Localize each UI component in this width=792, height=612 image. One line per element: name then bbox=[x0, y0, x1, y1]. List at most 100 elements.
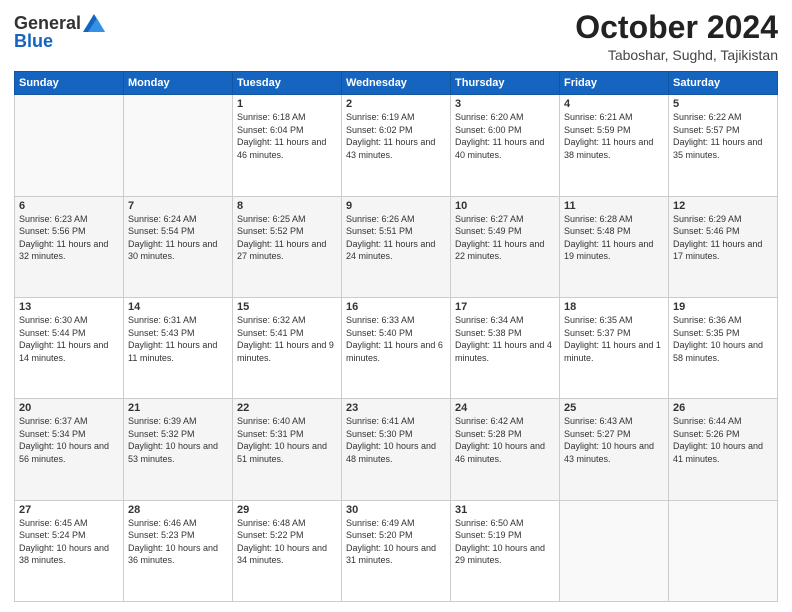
day-info: Sunrise: 6:49 AMSunset: 5:20 PMDaylight:… bbox=[346, 517, 446, 567]
calendar-cell: 21Sunrise: 6:39 AMSunset: 5:32 PMDayligh… bbox=[124, 399, 233, 500]
day-info: Sunrise: 6:42 AMSunset: 5:28 PMDaylight:… bbox=[455, 415, 555, 465]
day-info: Sunrise: 6:27 AMSunset: 5:49 PMDaylight:… bbox=[455, 213, 555, 263]
calendar-week-row: 6Sunrise: 6:23 AMSunset: 5:56 PMDaylight… bbox=[15, 196, 778, 297]
calendar-cell: 24Sunrise: 6:42 AMSunset: 5:28 PMDayligh… bbox=[451, 399, 560, 500]
day-number: 9 bbox=[346, 200, 446, 212]
calendar-cell: 7Sunrise: 6:24 AMSunset: 5:54 PMDaylight… bbox=[124, 196, 233, 297]
day-number: 23 bbox=[346, 402, 446, 414]
page: General Blue October 2024 Taboshar, Sugh… bbox=[0, 0, 792, 612]
day-info: Sunrise: 6:41 AMSunset: 5:30 PMDaylight:… bbox=[346, 415, 446, 465]
day-info: Sunrise: 6:26 AMSunset: 5:51 PMDaylight:… bbox=[346, 213, 446, 263]
day-info: Sunrise: 6:39 AMSunset: 5:32 PMDaylight:… bbox=[128, 415, 228, 465]
calendar-cell: 26Sunrise: 6:44 AMSunset: 5:26 PMDayligh… bbox=[669, 399, 778, 500]
day-number: 7 bbox=[128, 200, 228, 212]
day-number: 14 bbox=[128, 301, 228, 313]
col-header-tuesday: Tuesday bbox=[233, 72, 342, 95]
day-number: 25 bbox=[564, 402, 664, 414]
day-info: Sunrise: 6:50 AMSunset: 5:19 PMDaylight:… bbox=[455, 517, 555, 567]
calendar-cell: 12Sunrise: 6:29 AMSunset: 5:46 PMDayligh… bbox=[669, 196, 778, 297]
day-info: Sunrise: 6:24 AMSunset: 5:54 PMDaylight:… bbox=[128, 213, 228, 263]
calendar-cell: 29Sunrise: 6:48 AMSunset: 5:22 PMDayligh… bbox=[233, 500, 342, 601]
day-number: 1 bbox=[237, 98, 337, 110]
calendar-cell: 28Sunrise: 6:46 AMSunset: 5:23 PMDayligh… bbox=[124, 500, 233, 601]
calendar-cell bbox=[560, 500, 669, 601]
day-number: 26 bbox=[673, 402, 773, 414]
calendar-cell: 23Sunrise: 6:41 AMSunset: 5:30 PMDayligh… bbox=[342, 399, 451, 500]
col-header-sunday: Sunday bbox=[15, 72, 124, 95]
day-number: 13 bbox=[19, 301, 119, 313]
day-info: Sunrise: 6:30 AMSunset: 5:44 PMDaylight:… bbox=[19, 314, 119, 364]
calendar-cell: 2Sunrise: 6:19 AMSunset: 6:02 PMDaylight… bbox=[342, 95, 451, 196]
logo-icon bbox=[83, 14, 105, 32]
day-info: Sunrise: 6:43 AMSunset: 5:27 PMDaylight:… bbox=[564, 415, 664, 465]
calendar-cell bbox=[669, 500, 778, 601]
calendar-cell: 27Sunrise: 6:45 AMSunset: 5:24 PMDayligh… bbox=[15, 500, 124, 601]
day-number: 10 bbox=[455, 200, 555, 212]
day-number: 28 bbox=[128, 504, 228, 516]
col-header-wednesday: Wednesday bbox=[342, 72, 451, 95]
calendar-cell: 17Sunrise: 6:34 AMSunset: 5:38 PMDayligh… bbox=[451, 297, 560, 398]
calendar-week-row: 27Sunrise: 6:45 AMSunset: 5:24 PMDayligh… bbox=[15, 500, 778, 601]
day-number: 15 bbox=[237, 301, 337, 313]
day-info: Sunrise: 6:23 AMSunset: 5:56 PMDaylight:… bbox=[19, 213, 119, 263]
day-info: Sunrise: 6:31 AMSunset: 5:43 PMDaylight:… bbox=[128, 314, 228, 364]
title-location: Taboshar, Sughd, Tajikistan bbox=[575, 47, 778, 63]
col-header-friday: Friday bbox=[560, 72, 669, 95]
calendar-cell: 4Sunrise: 6:21 AMSunset: 5:59 PMDaylight… bbox=[560, 95, 669, 196]
day-number: 31 bbox=[455, 504, 555, 516]
calendar-cell: 22Sunrise: 6:40 AMSunset: 5:31 PMDayligh… bbox=[233, 399, 342, 500]
day-number: 30 bbox=[346, 504, 446, 516]
day-info: Sunrise: 6:44 AMSunset: 5:26 PMDaylight:… bbox=[673, 415, 773, 465]
calendar-cell: 25Sunrise: 6:43 AMSunset: 5:27 PMDayligh… bbox=[560, 399, 669, 500]
day-number: 20 bbox=[19, 402, 119, 414]
day-info: Sunrise: 6:18 AMSunset: 6:04 PMDaylight:… bbox=[237, 111, 337, 161]
calendar-cell: 20Sunrise: 6:37 AMSunset: 5:34 PMDayligh… bbox=[15, 399, 124, 500]
day-number: 27 bbox=[19, 504, 119, 516]
day-number: 21 bbox=[128, 402, 228, 414]
calendar-cell: 1Sunrise: 6:18 AMSunset: 6:04 PMDaylight… bbox=[233, 95, 342, 196]
day-info: Sunrise: 6:32 AMSunset: 5:41 PMDaylight:… bbox=[237, 314, 337, 364]
day-number: 6 bbox=[19, 200, 119, 212]
day-number: 18 bbox=[564, 301, 664, 313]
col-header-thursday: Thursday bbox=[451, 72, 560, 95]
calendar-cell: 9Sunrise: 6:26 AMSunset: 5:51 PMDaylight… bbox=[342, 196, 451, 297]
calendar-cell: 5Sunrise: 6:22 AMSunset: 5:57 PMDaylight… bbox=[669, 95, 778, 196]
calendar-table: SundayMondayTuesdayWednesdayThursdayFrid… bbox=[14, 71, 778, 602]
day-info: Sunrise: 6:35 AMSunset: 5:37 PMDaylight:… bbox=[564, 314, 664, 364]
calendar-week-row: 13Sunrise: 6:30 AMSunset: 5:44 PMDayligh… bbox=[15, 297, 778, 398]
day-info: Sunrise: 6:20 AMSunset: 6:00 PMDaylight:… bbox=[455, 111, 555, 161]
day-info: Sunrise: 6:19 AMSunset: 6:02 PMDaylight:… bbox=[346, 111, 446, 161]
col-header-monday: Monday bbox=[124, 72, 233, 95]
calendar-cell: 13Sunrise: 6:30 AMSunset: 5:44 PMDayligh… bbox=[15, 297, 124, 398]
calendar-cell: 10Sunrise: 6:27 AMSunset: 5:49 PMDayligh… bbox=[451, 196, 560, 297]
day-info: Sunrise: 6:34 AMSunset: 5:38 PMDaylight:… bbox=[455, 314, 555, 364]
logo-blue-text: Blue bbox=[14, 32, 53, 50]
calendar-cell: 31Sunrise: 6:50 AMSunset: 5:19 PMDayligh… bbox=[451, 500, 560, 601]
day-number: 11 bbox=[564, 200, 664, 212]
day-info: Sunrise: 6:29 AMSunset: 5:46 PMDaylight:… bbox=[673, 213, 773, 263]
day-number: 16 bbox=[346, 301, 446, 313]
day-number: 22 bbox=[237, 402, 337, 414]
day-info: Sunrise: 6:45 AMSunset: 5:24 PMDaylight:… bbox=[19, 517, 119, 567]
calendar-cell: 6Sunrise: 6:23 AMSunset: 5:56 PMDaylight… bbox=[15, 196, 124, 297]
day-info: Sunrise: 6:46 AMSunset: 5:23 PMDaylight:… bbox=[128, 517, 228, 567]
calendar-week-row: 1Sunrise: 6:18 AMSunset: 6:04 PMDaylight… bbox=[15, 95, 778, 196]
calendar-week-row: 20Sunrise: 6:37 AMSunset: 5:34 PMDayligh… bbox=[15, 399, 778, 500]
calendar-cell: 16Sunrise: 6:33 AMSunset: 5:40 PMDayligh… bbox=[342, 297, 451, 398]
header: General Blue October 2024 Taboshar, Sugh… bbox=[14, 10, 778, 63]
day-info: Sunrise: 6:25 AMSunset: 5:52 PMDaylight:… bbox=[237, 213, 337, 263]
day-number: 19 bbox=[673, 301, 773, 313]
day-info: Sunrise: 6:21 AMSunset: 5:59 PMDaylight:… bbox=[564, 111, 664, 161]
title-block: October 2024 Taboshar, Sughd, Tajikistan bbox=[575, 10, 778, 63]
day-info: Sunrise: 6:33 AMSunset: 5:40 PMDaylight:… bbox=[346, 314, 446, 364]
day-number: 8 bbox=[237, 200, 337, 212]
calendar-cell: 8Sunrise: 6:25 AMSunset: 5:52 PMDaylight… bbox=[233, 196, 342, 297]
calendar-cell: 18Sunrise: 6:35 AMSunset: 5:37 PMDayligh… bbox=[560, 297, 669, 398]
day-number: 3 bbox=[455, 98, 555, 110]
logo: General Blue bbox=[14, 10, 105, 50]
title-month: October 2024 bbox=[575, 10, 778, 45]
day-number: 12 bbox=[673, 200, 773, 212]
calendar-cell bbox=[124, 95, 233, 196]
day-info: Sunrise: 6:48 AMSunset: 5:22 PMDaylight:… bbox=[237, 517, 337, 567]
day-number: 5 bbox=[673, 98, 773, 110]
